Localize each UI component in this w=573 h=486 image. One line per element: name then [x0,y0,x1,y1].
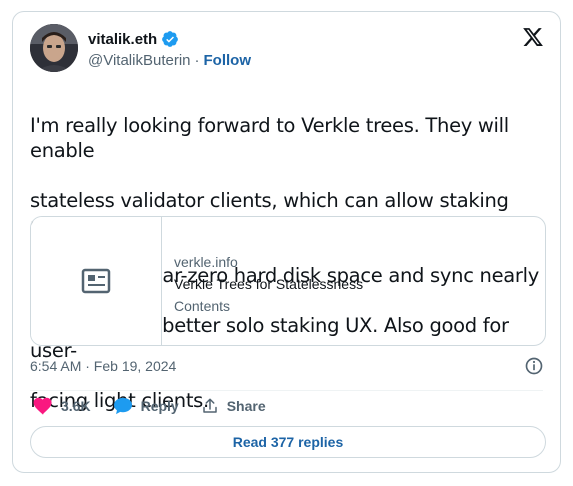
share-label: Share [226,398,266,414]
link-preview-card[interactable]: verkle.info Verkle Trees for Statelessne… [30,216,546,346]
heart-icon [33,397,52,415]
reply-button[interactable]: Reply [113,397,179,415]
share-icon [202,398,217,413]
tweet-card: vitalik.eth @VitalikButerin · Follow I'm… [12,11,561,473]
info-icon[interactable] [524,356,544,376]
link-title: Verkle Trees for Statelessness [174,276,364,292]
avatar-image [30,24,78,72]
avatar[interactable] [30,24,78,72]
speech-bubble-icon [113,397,132,415]
follow-button[interactable]: Follow [204,52,252,69]
read-replies-button[interactable]: Read 377 replies [30,426,546,458]
link-domain: verkle.info [174,254,238,270]
like-count: 3.6K [61,398,91,414]
tweet-timestamp[interactable]: 6:54 AM · Feb 19, 2024 [30,358,176,374]
separator-dot: · [194,52,200,69]
share-button[interactable]: Share [201,397,266,415]
author-name[interactable]: vitalik.eth [88,31,157,48]
author-handle[interactable]: @VitalikButerin [88,52,191,69]
article-icon [81,268,111,294]
verified-badge-icon [162,31,179,47]
tweet-text-line: I'm really looking forward to Verkle tre… [30,114,509,162]
author-handle-row: @VitalikButerin · Follow [88,52,251,69]
divider [30,390,543,391]
x-logo-icon[interactable] [522,26,544,48]
reply-label: Reply [140,398,179,414]
like-button[interactable]: 3.6K [33,397,91,415]
link-thumbnail [31,217,162,345]
author-name-row[interactable]: vitalik.eth [88,30,179,48]
link-description: Contents [174,298,231,314]
action-bar: 3.6K Reply Share [33,397,288,415]
link-info: verkle.info Verkle Trees for Statelessne… [162,217,363,345]
